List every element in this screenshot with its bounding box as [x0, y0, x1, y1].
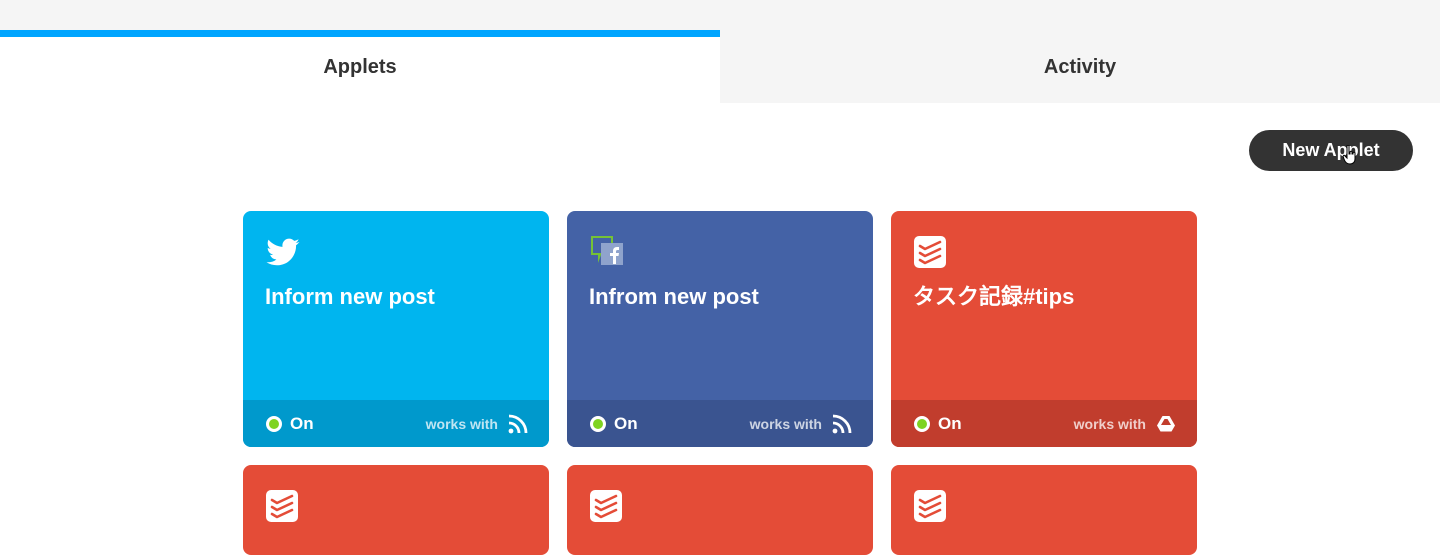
status-label: On — [938, 413, 962, 433]
works-with-label: works with — [1073, 415, 1146, 432]
todoist-icon — [590, 490, 622, 522]
google-drive-icon — [1157, 415, 1175, 431]
applet-card-facebook[interactable]: Infrom new post On works with — [567, 211, 873, 447]
applet-footer: On works with — [891, 400, 1197, 447]
applet-title: Infrom new post — [589, 284, 759, 309]
facebook-pages-icon — [591, 236, 623, 265]
rss-icon — [508, 414, 528, 433]
applet-title: Inform new post — [265, 284, 435, 309]
status-label: On — [290, 413, 314, 433]
tab-bar: Applets Activity — [0, 0, 1440, 103]
works-with-label: works with — [425, 415, 498, 432]
status-on-indicator — [266, 415, 282, 432]
applet-footer: On works with — [243, 400, 549, 447]
applet-title: タスク記録#tips — [913, 284, 1075, 309]
status-on-indicator — [914, 415, 930, 432]
applet-card-todoist[interactable]: タスク記録#tips On works with — [891, 211, 1197, 447]
tab-activity[interactable]: Activity — [720, 37, 1440, 103]
hand-cursor-icon — [1343, 145, 1356, 165]
status-label: On — [614, 413, 638, 433]
todoist-icon — [266, 490, 298, 522]
applet-footer: On works with — [567, 400, 873, 447]
todoist-icon — [914, 236, 946, 268]
works-with-label: works with — [749, 415, 822, 432]
tab-applets[interactable]: Applets — [0, 30, 720, 103]
applet-card-todoist[interactable] — [891, 465, 1197, 555]
applet-card-todoist[interactable] — [243, 465, 549, 555]
rss-icon — [832, 414, 852, 433]
status-on-indicator — [590, 415, 606, 432]
applet-card-twitter[interactable]: Inform new post On works with — [243, 211, 549, 447]
twitter-bird-icon — [266, 238, 300, 266]
new-applet-button[interactable]: New Applet — [1249, 130, 1413, 171]
applet-card-todoist[interactable] — [567, 465, 873, 555]
todoist-icon — [914, 490, 946, 522]
